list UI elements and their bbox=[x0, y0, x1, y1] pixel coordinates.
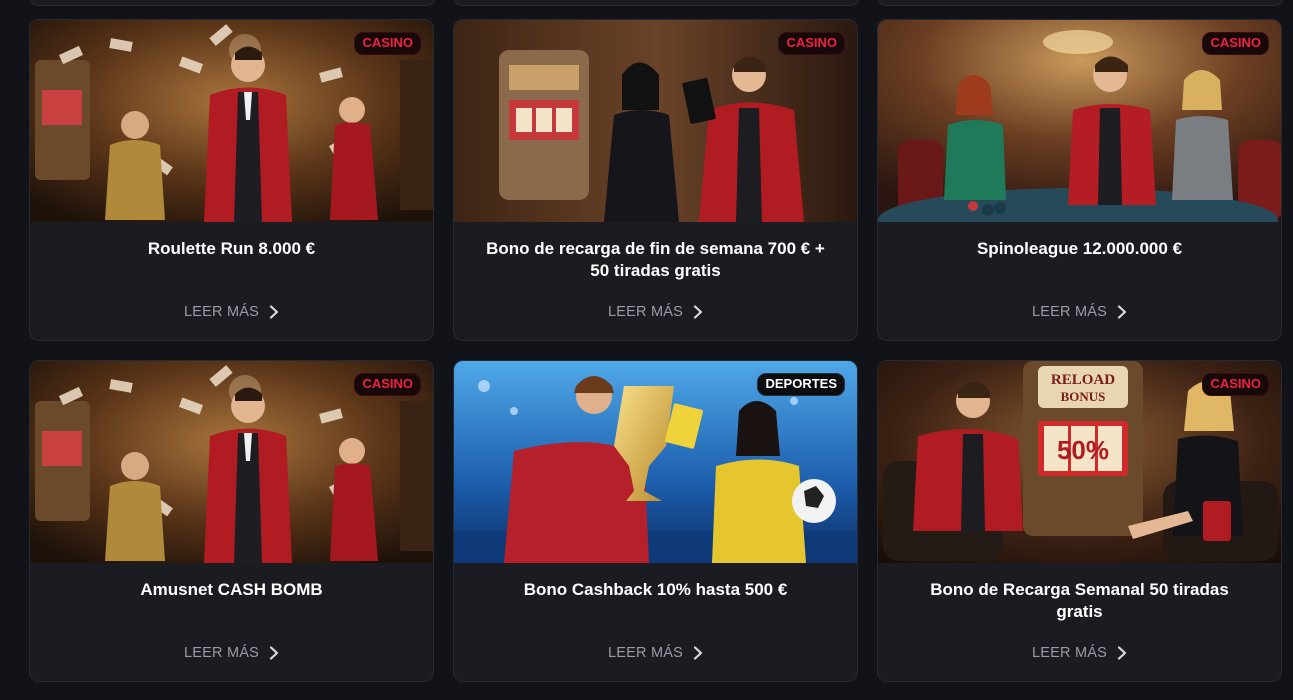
read-more-label: LEER MÁS bbox=[184, 645, 259, 661]
promo-card[interactable]: CASINO Amusnet CASH BOMB LEER MÁS bbox=[29, 360, 434, 682]
promo-image: CASINO bbox=[878, 20, 1281, 222]
promo-image: CASINO bbox=[30, 361, 433, 563]
read-more-link[interactable]: LEER MÁS bbox=[454, 304, 857, 320]
promo-card[interactable]: CASINO Spinoleague 12.000.000 € LEER MÁS bbox=[877, 19, 1282, 341]
read-more-link[interactable]: LEER MÁS bbox=[878, 645, 1281, 661]
chevron-right-icon bbox=[693, 305, 703, 319]
read-more-link[interactable]: LEER MÁS bbox=[878, 304, 1281, 320]
category-badge: CASINO bbox=[354, 373, 421, 396]
chevron-right-icon bbox=[693, 646, 703, 660]
promo-title: Spinoleague 12.000.000 € bbox=[976, 239, 1183, 258]
promo-image: RELOAD BONUS 50% CASINO bbox=[878, 361, 1281, 563]
read-more-label: LEER MÁS bbox=[1032, 645, 1107, 661]
read-more-link[interactable]: LEER MÁS bbox=[30, 645, 433, 661]
previous-cards-strip bbox=[0, 0, 1293, 6]
promo-image: CASINO bbox=[454, 20, 857, 222]
promo-card[interactable]: RELOAD BONUS 50% CASINO Bono de Recarga … bbox=[877, 360, 1282, 682]
category-badge: CASINO bbox=[1202, 32, 1269, 55]
read-more-label: LEER MÁS bbox=[608, 304, 683, 320]
read-more-label: LEER MÁS bbox=[608, 645, 683, 661]
promo-card[interactable]: CASINO Bono de recarga de fin de semana … bbox=[453, 19, 858, 341]
promo-image: CASINO bbox=[30, 20, 433, 222]
category-badge: DEPORTES bbox=[757, 373, 845, 396]
read-more-link[interactable]: LEER MÁS bbox=[30, 304, 433, 320]
chevron-right-icon bbox=[269, 646, 279, 660]
category-badge: CASINO bbox=[354, 32, 421, 55]
chevron-right-icon bbox=[1117, 305, 1127, 319]
promo-image: DEPORTES bbox=[454, 361, 857, 563]
read-more-label: LEER MÁS bbox=[1032, 304, 1107, 320]
category-badge: CASINO bbox=[1202, 373, 1269, 396]
chevron-right-icon bbox=[1117, 646, 1127, 660]
reload-text: RELOAD bbox=[1051, 372, 1115, 388]
promo-title: Amusnet CASH BOMB bbox=[140, 580, 323, 599]
bonus-text: BONUS bbox=[1061, 389, 1106, 404]
promo-title: Bono de recarga de fin de semana 700 € +… bbox=[486, 239, 825, 280]
promo-title: Bono Cashback 10% hasta 500 € bbox=[523, 580, 788, 599]
promo-title: Roulette Run 8.000 € bbox=[147, 239, 316, 258]
read-more-link[interactable]: LEER MÁS bbox=[454, 645, 857, 661]
promo-card[interactable]: CASINO Roulette Run 8.000 € LEER MÁS bbox=[29, 19, 434, 341]
promo-card[interactable]: DEPORTES Bono Cashback 10% hasta 500 € L… bbox=[453, 360, 858, 682]
percent-text: 50% bbox=[1057, 435, 1109, 465]
category-badge: CASINO bbox=[778, 32, 845, 55]
read-more-label: LEER MÁS bbox=[184, 304, 259, 320]
chevron-right-icon bbox=[269, 305, 279, 319]
promo-title: Bono de Recarga Semanal 50 tiradas grati… bbox=[930, 580, 1229, 621]
promotions-grid: CASINO Roulette Run 8.000 € LEER MÁS CAS… bbox=[29, 19, 1282, 682]
